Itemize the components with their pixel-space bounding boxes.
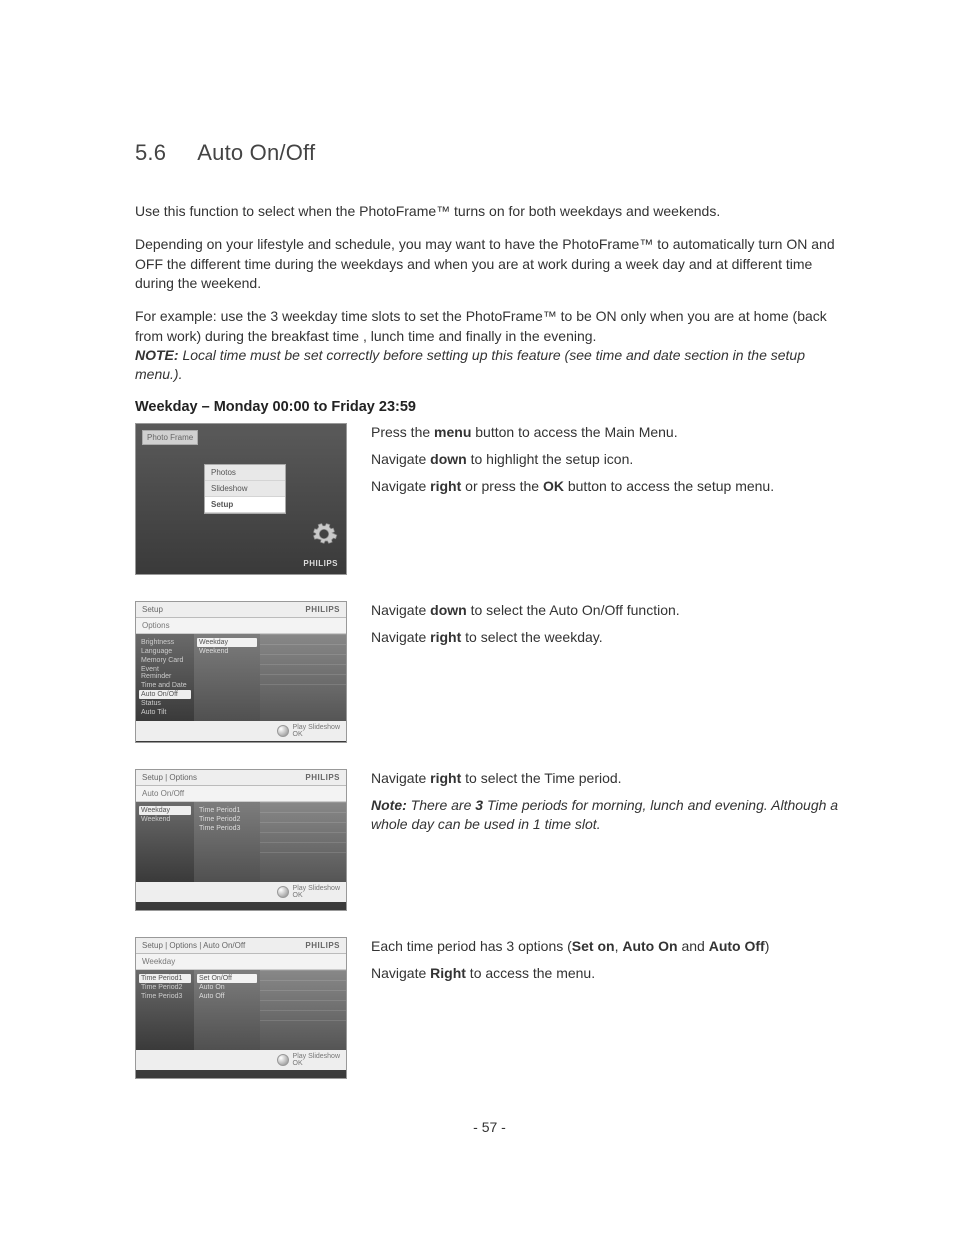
step-1: Photo Frame Photos Slideshow Setup PHILI… [135, 423, 844, 575]
step-3: Setup | OptionsPHILIPS Auto On/Off Weekd… [135, 769, 844, 911]
page-number: - 57 - [135, 1119, 844, 1135]
intro-p1: Use this function to select when the Pho… [135, 202, 844, 221]
step-2: SetupPHILIPS Options BrightnessLanguageM… [135, 601, 844, 743]
section-number: 5.6 [135, 140, 166, 165]
nav-knob-icon [277, 725, 289, 737]
screenshot-auto-onoff: Setup | OptionsPHILIPS Auto On/Off Weekd… [135, 769, 347, 911]
screenshot-weekday: Setup | Options | Auto On/OffPHILIPS Wee… [135, 937, 347, 1079]
intro-p2: Depending on your lifestyle and schedule… [135, 235, 844, 293]
step-4: Setup | Options | Auto On/OffPHILIPS Wee… [135, 937, 844, 1079]
intro-p3-with-note: For example: use the 3 weekday time slot… [135, 307, 844, 384]
main-menu: Photos Slideshow Setup [204, 464, 286, 514]
note-text: Local time must be set correctly before … [135, 347, 805, 382]
weekday-subhead: Weekday – Monday 00:00 to Friday 23:59 [135, 399, 844, 415]
screenshot-setup-options: SetupPHILIPS Options BrightnessLanguageM… [135, 601, 347, 743]
note-label: NOTE: [135, 347, 179, 363]
gear-icon [310, 520, 338, 548]
section-title-text: Auto On/Off [197, 140, 315, 165]
nav-knob-icon [277, 1054, 289, 1066]
section-heading: 5.6 Auto On/Off [135, 140, 844, 166]
screenshot-main-menu: Photo Frame Photos Slideshow Setup PHILI… [135, 423, 347, 575]
nav-knob-icon [277, 886, 289, 898]
